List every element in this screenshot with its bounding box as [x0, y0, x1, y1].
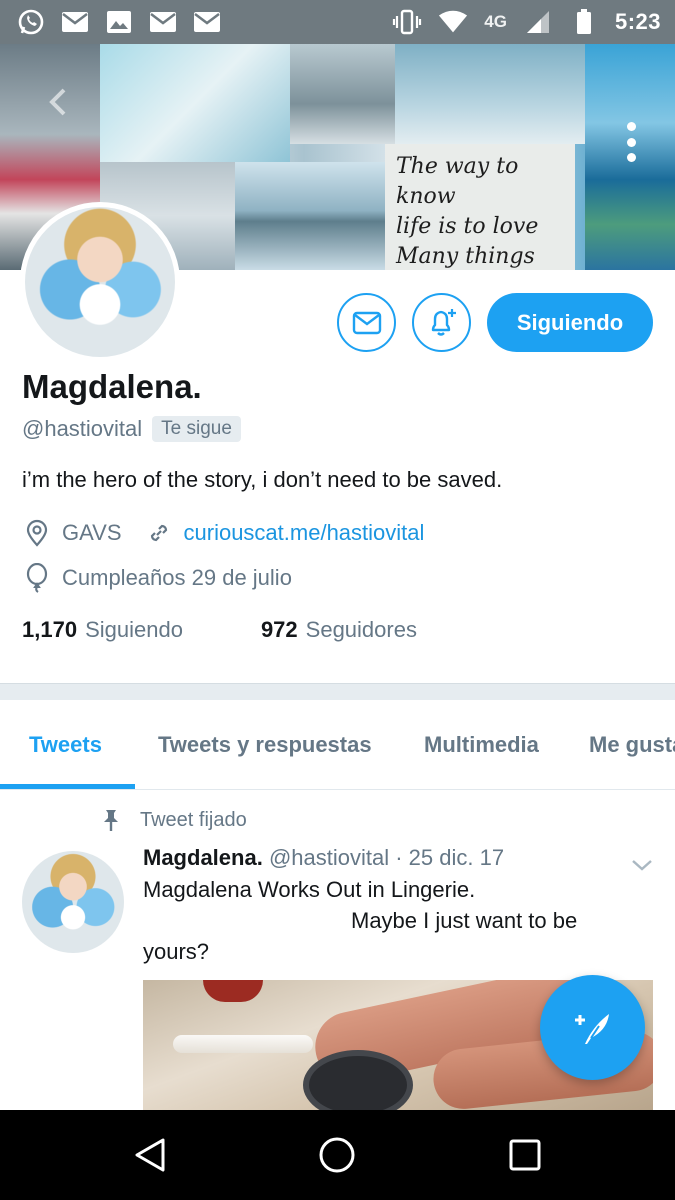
home-nav-icon[interactable]: [317, 1135, 357, 1175]
section-divider: [0, 683, 675, 700]
banner-collage-tile: [290, 44, 395, 144]
envelope-icon: [352, 311, 381, 334]
tweet-text-line: yours?: [143, 939, 210, 964]
followers-count-link[interactable]: 972 Seguidores: [261, 617, 417, 643]
profile-website-link[interactable]: curiouscat.me/hastiovital: [184, 520, 425, 546]
direct-message-button[interactable]: [337, 293, 396, 352]
following-label: Siguiendo: [85, 617, 183, 642]
back-arrow-icon[interactable]: [40, 82, 80, 122]
image-icon: [104, 8, 134, 36]
profile-avatar[interactable]: [20, 202, 180, 362]
profile-handle: @hastiovital: [22, 416, 143, 441]
network-type: 4G: [484, 12, 507, 31]
tweet-author-name[interactable]: Magdalena.: [143, 845, 263, 870]
balloon-icon: [22, 563, 52, 593]
profile-birthday: Cumpleaños 29 de julio: [62, 565, 292, 590]
banner-quote-line: Many things: [396, 244, 535, 269]
more-options-icon[interactable]: [625, 122, 637, 162]
banner-quote: The way to know life is to love Many thi…: [396, 152, 566, 270]
notification-icons: [16, 8, 222, 36]
profile-tabs: Tweets Tweets y respuestas Multimedia Me…: [0, 700, 675, 790]
battery-icon: [569, 8, 599, 36]
chevron-down-icon[interactable]: [630, 855, 654, 875]
vibrate-icon: [392, 8, 422, 36]
follow-counts: 1,170 Siguiendo 972 Seguidores: [22, 617, 417, 643]
active-tab-indicator: [0, 784, 135, 789]
location-pin-icon: [22, 518, 52, 548]
banner-collage-tile: [100, 44, 290, 162]
tweet-text-line: Maybe I just want to be: [351, 908, 578, 933]
banner-collage-tile: [235, 162, 385, 270]
follows-you-badge: Te sigue: [152, 416, 241, 442]
profile-bio: i’m the hero of the story, i don’t need …: [22, 467, 503, 492]
pinned-tweet-text: Tweet fijado: [140, 808, 247, 831]
system-navigation-bar: [0, 1110, 675, 1200]
profile-location: GAVS: [62, 520, 122, 545]
tab-tweets-and-replies[interactable]: Tweets y respuestas: [158, 732, 372, 758]
compose-tweet-button[interactable]: [540, 975, 645, 1080]
pin-icon: [104, 810, 118, 831]
compose-feather-icon: [574, 1013, 609, 1044]
followers-label: Seguidores: [305, 617, 417, 642]
tweet-author-avatar[interactable]: [22, 851, 124, 953]
mail-icon: [60, 8, 90, 36]
clock: 5:23: [614, 9, 661, 34]
link-icon: [144, 518, 174, 548]
wifi-icon: [438, 8, 468, 36]
back-nav-icon[interactable]: [130, 1135, 170, 1175]
following-button[interactable]: Siguiendo: [487, 293, 653, 352]
notifications-button[interactable]: [412, 293, 471, 352]
banner-collage-tile: [395, 44, 585, 144]
tweet-header: Magdalena. @hastiovital · 25 dic. 17: [143, 845, 504, 871]
tab-tweets[interactable]: Tweets: [29, 732, 102, 758]
status-bar: 4G 5:23: [0, 0, 675, 44]
tab-likes[interactable]: Me gusta: [589, 732, 675, 758]
handle-row: @hastiovital Te sigue: [22, 416, 241, 442]
mail-icon: [148, 8, 178, 36]
profile-name: Magdalena.: [22, 368, 202, 405]
whatsapp-icon: [16, 8, 46, 36]
location-website-row: GAVS curiouscat.me/hastiovital: [22, 518, 424, 548]
signal-icon: [523, 8, 553, 36]
birthday-row: Cumpleaños 29 de julio: [22, 563, 292, 593]
tweet-handle-date: @hastiovital · 25 dic. 17: [268, 845, 505, 870]
following-count-link[interactable]: 1,170 Siguiendo: [22, 617, 183, 643]
system-icons: 4G 5:23: [392, 8, 661, 36]
mail-icon: [192, 8, 222, 36]
banner-quote-line: life is to love: [396, 214, 539, 239]
bell-plus-icon: [431, 308, 456, 336]
tab-media[interactable]: Multimedia: [424, 732, 539, 758]
following-count: 1,170: [22, 617, 78, 642]
followers-count: 972: [260, 617, 298, 642]
recents-nav-icon[interactable]: [505, 1135, 545, 1175]
tweet-text-line: Magdalena Works Out in Lingerie.: [143, 877, 476, 902]
banner-quote-line: The way to know: [396, 154, 519, 209]
pinned-tweet-label: Tweet fijado: [100, 808, 247, 832]
